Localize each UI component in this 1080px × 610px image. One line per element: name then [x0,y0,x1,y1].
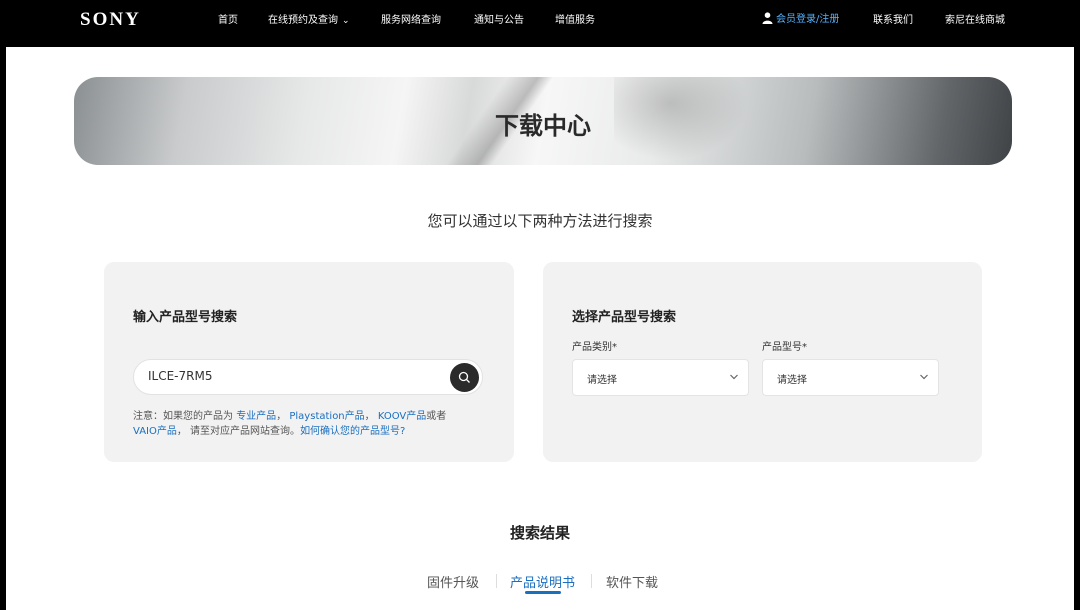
link-playstation-products[interactable]: Playstation产品 [289,411,364,422]
select-search-card: 选择产品型号搜索 产品类别* 请选择 产品型号* 请选择 [543,262,982,462]
login-label: 会员登录/注册 [776,14,840,25]
login-register-link[interactable]: 会员登录/注册 [762,10,839,27]
link-vaio-products[interactable]: VAIO产品 [133,426,177,437]
chevron-down-icon: ⌄ [342,16,350,26]
model-select[interactable]: 请选择 [762,359,939,396]
tab-firmware-update[interactable]: 固件升级 [427,572,479,591]
search-results-title: 搜索结果 [509,524,570,542]
model-search-box [133,359,483,395]
model-search-card: 输入产品型号搜索 注意：如果您的产品为 专业产品， Playstation产品，… [104,262,514,462]
select-search-title: 选择产品型号搜索 [572,310,677,325]
link-koov-products[interactable]: KOOV产品 [378,411,426,422]
note-sep-2: ， [364,411,375,422]
tab-divider [496,574,497,588]
hero-banner: 下载中心 [74,77,1012,165]
model-select-value: 请选择 [777,375,807,386]
nav-contact[interactable]: 联系我们 [873,11,913,26]
nav-booking-query-label: 在线预约及查询 [268,15,338,26]
nav-value-added[interactable]: 增值服务 [555,11,595,26]
search-methods-subtitle: 您可以通过以下两种方法进行搜索 [427,212,653,230]
nav-notices[interactable]: 通知与公告 [474,11,524,26]
category-select-value: 请选择 [587,375,617,386]
chevron-down-icon [730,374,738,380]
tab-divider [591,574,592,588]
top-navigation-bar: SONY 首页 在线预约及查询 ⌄ 服务网络查询 通知与公告 增值服务 会员登录/… [6,0,1074,47]
active-tab-indicator [525,591,561,594]
nav-service-network[interactable]: 服务网络查询 [381,11,441,26]
tab-software-download[interactable]: 软件下载 [606,572,658,591]
model-label: 产品型号* [762,342,807,353]
link-professional-products[interactable]: 专业产品 [236,411,276,422]
page-title: 下载中心 [495,112,591,140]
search-button[interactable] [450,363,479,392]
search-note: 注意：如果您的产品为 专业产品， Playstation产品， KOOV产品或者… [133,409,473,439]
user-icon [762,12,773,27]
note-or: 或者 [426,411,447,422]
model-search-title: 输入产品型号搜索 [133,310,238,325]
link-how-to-find-model[interactable]: 如何确认您的产品型号? [300,426,405,437]
category-label: 产品类别* [572,342,617,353]
page: SONY 首页 在线预约及查询 ⌄ 服务网络查询 通知与公告 增值服务 会员登录/… [6,0,1074,610]
nav-home[interactable]: 首页 [218,11,238,26]
model-search-input[interactable] [148,369,428,383]
nav-booking-query[interactable]: 在线预约及查询 ⌄ [268,11,350,26]
sony-logo[interactable]: SONY [80,9,141,31]
category-select[interactable]: 请选择 [572,359,749,396]
tab-product-manual[interactable]: 产品说明书 [510,572,575,591]
nav-online-store[interactable]: 索尼在线商城 [945,11,1005,26]
search-icon [458,371,470,383]
chevron-down-icon [920,374,928,380]
note-sep-1: ， [276,411,287,422]
note-prefix: 注意：如果您的产品为 [133,411,233,422]
note-mid: ， 请至对应产品网站查询。 [176,426,301,437]
